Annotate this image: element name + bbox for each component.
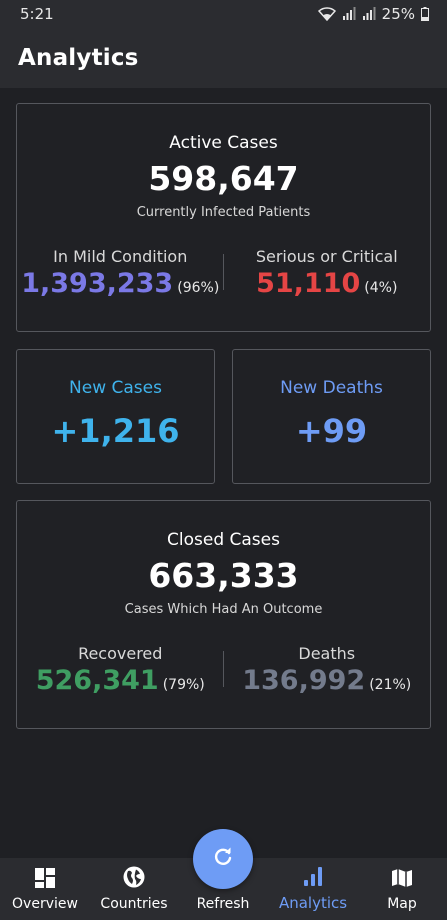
mild-condition-value: 1,393,233 bbox=[21, 268, 174, 299]
nav-item-map[interactable]: Map bbox=[360, 858, 444, 920]
nav-item-overview[interactable]: Overview bbox=[0, 858, 90, 920]
mild-condition-row: 1,393,233 (96%) bbox=[17, 268, 224, 299]
deaths-row: 136,992 (21%) bbox=[224, 665, 431, 696]
critical-condition-row: 51,110 (4%) bbox=[224, 268, 431, 299]
overview-icon bbox=[34, 867, 56, 893]
status-bar: 5:21 25% bbox=[0, 0, 447, 28]
deaths-value: 136,992 bbox=[242, 665, 366, 696]
analytics-icon bbox=[302, 865, 324, 891]
signal-icon bbox=[342, 7, 356, 21]
battery-percent: 25% bbox=[381, 5, 415, 23]
status-icons: 25% bbox=[317, 5, 429, 23]
deaths-percent: (21%) bbox=[369, 677, 412, 693]
active-cases-value: 598,647 bbox=[148, 159, 299, 198]
page-title: Analytics bbox=[18, 45, 139, 71]
recovered-value: 526,341 bbox=[35, 665, 159, 696]
nav-label-map: Map bbox=[387, 896, 417, 912]
refresh-button[interactable] bbox=[193, 829, 253, 889]
app-bar: Analytics bbox=[0, 28, 447, 88]
mild-condition-label: In Mild Condition bbox=[53, 247, 188, 266]
active-cases-breakdown: In Mild Condition 1,393,233 (96%) Serious… bbox=[17, 247, 430, 299]
closed-cases-card: Closed Cases 663,333 Cases Which Had An … bbox=[16, 500, 431, 729]
recovered-label: Recovered bbox=[78, 644, 163, 663]
active-cases-card: Active Cases 598,647 Currently Infected … bbox=[16, 103, 431, 332]
critical-condition-stat: Serious or Critical 51,110 (4%) bbox=[224, 247, 431, 299]
map-icon bbox=[391, 867, 413, 893]
nav-label-overview: Overview bbox=[12, 896, 78, 912]
mild-condition-stat: In Mild Condition 1,393,233 (96%) bbox=[17, 247, 224, 299]
closed-cases-label: Closed Cases bbox=[167, 530, 280, 550]
active-cases-label: Active Cases bbox=[169, 133, 278, 153]
nav-label-countries: Countries bbox=[100, 896, 168, 912]
critical-condition-percent: (4%) bbox=[364, 280, 398, 296]
critical-condition-value: 51,110 bbox=[256, 268, 361, 299]
status-time: 5:21 bbox=[20, 5, 54, 23]
critical-condition-label: Serious or Critical bbox=[255, 247, 398, 266]
refresh-icon bbox=[212, 846, 234, 872]
active-cases-subtitle: Currently Infected Patients bbox=[136, 205, 311, 220]
new-cases-value: +1,216 bbox=[51, 412, 180, 450]
recovered-row: 526,341 (79%) bbox=[17, 665, 224, 696]
deaths-stat: Deaths 136,992 (21%) bbox=[224, 644, 431, 696]
closed-cases-subtitle: Cases Which Had An Outcome bbox=[124, 602, 323, 617]
recovered-percent: (79%) bbox=[162, 677, 205, 693]
battery-icon bbox=[421, 7, 429, 21]
nav-item-countries[interactable]: Countries bbox=[90, 858, 178, 920]
closed-cases-value: 663,333 bbox=[148, 556, 299, 595]
recovered-stat: Recovered 526,341 (79%) bbox=[17, 644, 224, 696]
new-deaths-label: New Deaths bbox=[280, 378, 383, 398]
mild-condition-percent: (96%) bbox=[177, 280, 220, 296]
closed-cases-breakdown: Recovered 526,341 (79%) Deaths 136,992 (21… bbox=[17, 644, 430, 696]
nav-label-analytics: Analytics bbox=[278, 894, 348, 912]
new-deaths-value: +99 bbox=[295, 412, 368, 450]
wifi-icon bbox=[317, 7, 336, 21]
new-cases-label: New Cases bbox=[69, 378, 162, 398]
new-deaths-card: New Deaths +99 bbox=[232, 349, 431, 484]
new-cases-card: New Cases +1,216 bbox=[16, 349, 215, 484]
deaths-label: Deaths bbox=[298, 644, 356, 663]
globe-icon bbox=[122, 865, 146, 893]
nav-item-analytics[interactable]: Analytics bbox=[268, 858, 358, 920]
signal-icon-2 bbox=[362, 7, 376, 21]
nav-label-refresh: Refresh bbox=[196, 896, 250, 912]
